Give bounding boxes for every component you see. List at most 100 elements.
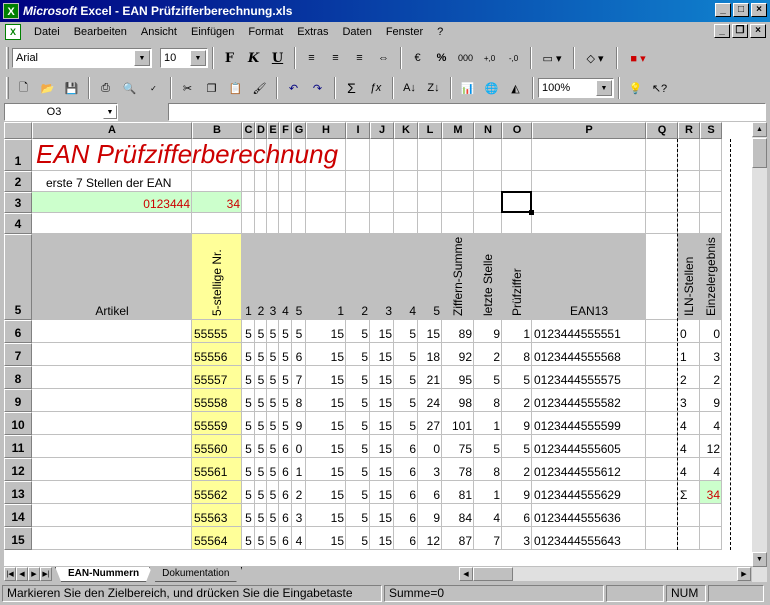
digit-cell[interactable]: 6 [292,343,306,366]
worksheet-grid[interactable]: A B C D E F G H I J K L M N O P Q R S 1 2 3 4 5 6 7 8 9 10 11 12 13 14 15… [4,122,752,566]
weighted-cell[interactable]: 5 [394,412,418,435]
ziffern-summe-cell[interactable]: 89 [442,320,474,343]
header-digit-4[interactable]: 4 [279,234,292,320]
weighted-cell[interactable]: 3 [418,458,442,481]
digit-cell[interactable]: 5 [242,366,255,389]
borders-icon[interactable]: ▭ ▾ [536,47,568,69]
select-all-corner[interactable] [4,122,32,139]
weighted-cell[interactable]: 5 [346,527,370,550]
nr-cell[interactable]: 55563 [192,504,242,527]
header-artikel[interactable]: Artikel [32,234,192,320]
chevron-down-icon[interactable]: ▼ [103,105,117,119]
row-header-3[interactable]: 3 [4,192,32,213]
digit-cell[interactable]: 5 [267,481,279,504]
column-header-i[interactable]: I [346,122,370,139]
weighted-cell[interactable]: 15 [306,412,346,435]
label-first-7[interactable]: erste 7 Stellen der EAN [32,171,232,192]
digit-cell[interactable]: 5 [242,389,255,412]
letzte-stelle-cell[interactable]: 7 [474,527,502,550]
row-header-9[interactable]: 9 [4,389,32,412]
function-icon[interactable]: ƒx [364,77,387,99]
artikel-cell[interactable] [32,504,192,527]
weighted-cell[interactable]: 15 [370,481,394,504]
header-weighted-2[interactable]: 2 [346,234,370,320]
cut-icon[interactable]: ✂ [176,77,199,99]
weighted-cell[interactable]: 15 [370,504,394,527]
font-size-select[interactable]: 10 ▼ [160,48,208,68]
menu-bearbeiten[interactable]: Bearbeiten [67,26,134,38]
iln-cell[interactable]: 4 [678,435,700,458]
workbook-icon[interactable]: X [5,24,21,40]
merge-center-icon[interactable]: ⇔ [372,47,395,69]
chevron-down-icon[interactable]: ▼ [596,80,612,96]
iln-cell[interactable]: 1 [678,343,700,366]
iln-cell[interactable] [678,504,700,527]
doc-close-button[interactable]: × [750,24,766,38]
map-icon[interactable]: 🌐 [480,77,503,99]
weighted-cell[interactable]: 5 [394,343,418,366]
row-header-14[interactable]: 14 [4,504,32,527]
column-header-m[interactable]: M [442,122,474,139]
digit-cell[interactable]: 5 [267,366,279,389]
thousands-icon[interactable]: 000 [454,47,477,69]
menu-extras[interactable]: Extras [290,26,335,38]
artikel-cell[interactable] [32,412,192,435]
weighted-cell[interactable]: 15 [370,366,394,389]
ean13-cell[interactable]: 0123444555629 [532,481,646,504]
nr-cell[interactable]: 55559 [192,412,242,435]
einzelergebnis-cell[interactable]: 2 [700,366,722,389]
chevron-down-icon[interactable]: ▼ [190,50,206,66]
artikel-cell[interactable] [32,320,192,343]
weighted-cell[interactable]: 5 [346,458,370,481]
align-center-icon[interactable]: ≡ [324,47,347,69]
menu-fenster[interactable]: Fenster [379,26,430,38]
einzelergebnis-cell[interactable]: 12 [700,435,722,458]
digit-cell[interactable]: 5 [242,435,255,458]
weighted-cell[interactable]: 15 [306,527,346,550]
letzte-stelle-cell[interactable]: 9 [474,320,502,343]
sort-descending-icon[interactable]: Z↓ [422,77,445,99]
digit-cell[interactable]: 5 [255,412,267,435]
pruefziffer-cell[interactable]: 1 [502,320,532,343]
column-header-o[interactable]: O [502,122,532,139]
weighted-cell[interactable]: 15 [370,389,394,412]
pruefziffer-cell[interactable]: 6 [502,504,532,527]
sheet-tab-ean-nummern[interactable]: EAN-Nummern [55,567,152,582]
digit-cell[interactable]: 5 [279,389,292,412]
column-header-h[interactable]: H [306,122,346,139]
weighted-cell[interactable]: 5 [346,481,370,504]
header-digit-5[interactable]: 5 [292,234,306,320]
pruefziffer-cell[interactable]: 9 [502,412,532,435]
digit-cell[interactable]: 5 [242,458,255,481]
column-header-b[interactable]: B [192,122,242,139]
weighted-cell[interactable]: 5 [346,320,370,343]
digit-cell[interactable]: 5 [267,504,279,527]
next-sheet-icon[interactable]: ▶ [28,567,40,581]
artikel-cell[interactable] [32,527,192,550]
digit-cell[interactable]: 5 [255,481,267,504]
digit-cell[interactable]: 5 [267,389,279,412]
autosum-icon[interactable]: Σ [340,77,363,99]
help-pointer-icon[interactable]: ↖? [648,77,671,99]
column-header-g[interactable]: G [292,122,306,139]
digit-cell[interactable]: 5 [279,343,292,366]
digit-cell[interactable]: 6 [279,458,292,481]
bold-button[interactable]: F [218,47,241,69]
digit-cell[interactable]: 4 [292,527,306,550]
nr-cell[interactable]: 55562 [192,481,242,504]
letzte-stelle-cell[interactable]: 8 [474,389,502,412]
letzte-stelle-cell[interactable]: 5 [474,435,502,458]
ean13-cell[interactable]: 0123444555612 [532,458,646,481]
horizontal-scrollbar[interactable]: ◀ ▶ [459,567,751,581]
scroll-thumb[interactable] [752,138,767,168]
chevron-down-icon[interactable]: ▼ [134,50,150,66]
ean13-cell[interactable]: 0123444555636 [532,504,646,527]
weighted-cell[interactable]: 6 [394,527,418,550]
letzte-stelle-cell[interactable]: 4 [474,504,502,527]
weighted-cell[interactable]: 15 [306,504,346,527]
ean13-cell[interactable]: 0123444555551 [532,320,646,343]
digit-cell[interactable]: 5 [242,504,255,527]
weighted-cell[interactable]: 15 [370,458,394,481]
copy-icon[interactable]: ❐ [200,77,223,99]
digit-cell[interactable]: 5 [242,527,255,550]
